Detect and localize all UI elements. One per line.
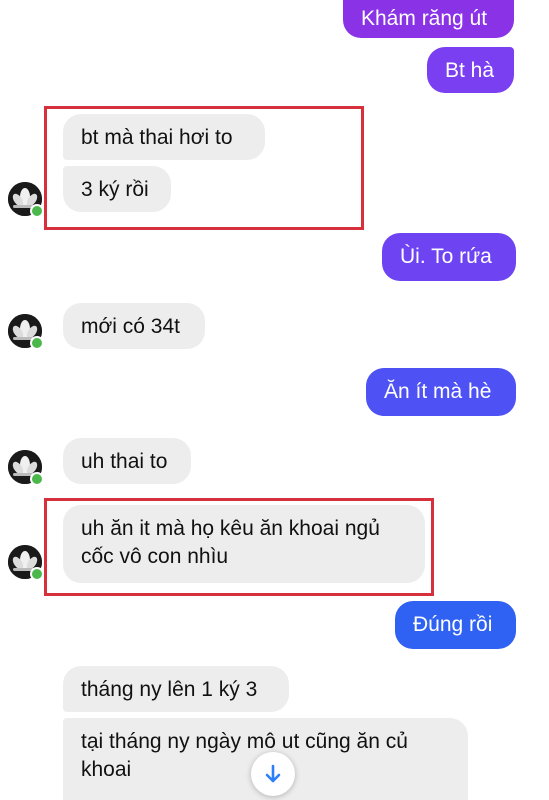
incoming-message[interactable]: bt mà thai hơi to xyxy=(63,114,265,160)
incoming-message[interactable]: uh ăn it mà họ kêu ăn khoai ngủ cốc vô c… xyxy=(63,505,425,583)
outgoing-message[interactable]: Đúng rồi xyxy=(395,601,516,649)
incoming-message[interactable]: tháng ny lên 1 ký 3 xyxy=(63,666,289,712)
incoming-message[interactable]: uh thai to xyxy=(63,438,191,484)
outgoing-message[interactable]: Khám răng út xyxy=(343,0,514,38)
contact-avatar[interactable] xyxy=(8,545,44,581)
contact-avatar[interactable] xyxy=(8,182,44,218)
online-indicator xyxy=(30,472,44,486)
online-indicator xyxy=(30,204,44,218)
online-indicator xyxy=(30,567,44,581)
incoming-message[interactable]: 3 ký rồi xyxy=(63,166,171,212)
online-indicator xyxy=(30,336,44,350)
scroll-to-bottom-button[interactable] xyxy=(251,752,295,796)
outgoing-message[interactable]: Ùi. To rứa xyxy=(382,233,516,281)
incoming-message[interactable]: mới có 34t xyxy=(63,303,205,349)
arrow-down-icon xyxy=(265,764,281,783)
outgoing-message[interactable]: Ăn ít mà hè xyxy=(366,368,516,416)
contact-avatar[interactable] xyxy=(8,314,44,350)
contact-avatar[interactable] xyxy=(8,450,44,486)
outgoing-message[interactable]: Bt hà xyxy=(427,47,514,93)
